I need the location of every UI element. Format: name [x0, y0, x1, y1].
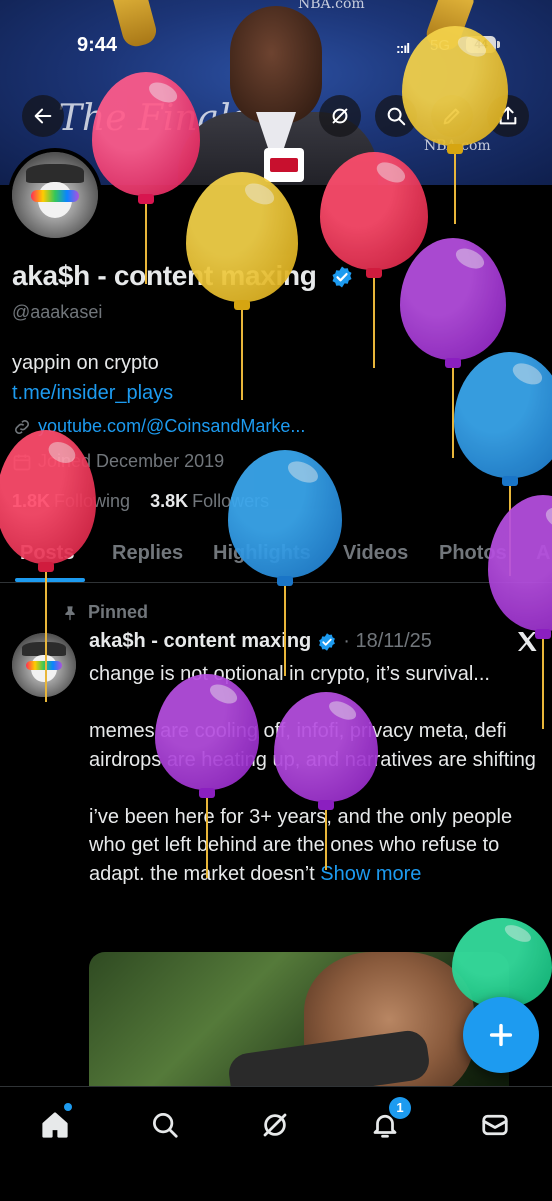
profile-website[interactable]: youtube.com/@CoinsandMarke... [12, 416, 305, 437]
post-header: aka$h - content maxing · 18/11/25 [89, 630, 432, 653]
profile-tabs: Posts Replies Highlights Videos Photos A [0, 530, 552, 583]
home-unread-dot [64, 1103, 72, 1111]
tab-posts[interactable]: Posts [20, 542, 74, 565]
post-paragraph-text: i’ve been here for 3+ years, and the onl… [89, 805, 513, 885]
link-icon [15, 419, 29, 434]
back-button[interactable] [22, 95, 64, 137]
status-bar: 9:44 ::ıl 5G 44 [0, 30, 552, 62]
signal-icon: ::ıl [396, 40, 410, 56]
following-label: Following [54, 491, 131, 511]
following-count: 1.8K [12, 491, 51, 511]
profile-handle: @aaakasei [12, 302, 103, 322]
post-author-name[interactable]: aka$h - content maxing [89, 630, 311, 653]
plus-icon [489, 1023, 513, 1047]
battery-icon: 44 [466, 36, 500, 53]
verified-icon [319, 632, 336, 651]
share-icon [499, 106, 517, 125]
nav-search[interactable] [145, 1105, 185, 1145]
x-logo-icon[interactable] [514, 630, 540, 654]
tab-photos[interactable]: Photos [439, 542, 507, 565]
grok-icon [263, 1113, 287, 1137]
profile-avatar[interactable] [8, 148, 102, 242]
show-more-link[interactable]: Show more [320, 863, 421, 885]
post-paragraph: change is not optional in crypto, it’s s… [89, 663, 490, 685]
tab-articles[interactable]: A [536, 542, 550, 565]
banner-photo-person [178, 0, 378, 185]
website-link[interactable]: youtube.com/@CoinsandMarke... [38, 416, 305, 437]
edit-icon [443, 108, 460, 125]
edit-button[interactable] [431, 95, 473, 137]
pin-icon [65, 605, 75, 620]
bottom-nav: 1 [0, 1086, 552, 1201]
profile-bio: yappin on crypto t.me/insider_plays [12, 348, 173, 408]
back-arrow-icon [34, 108, 52, 124]
share-button[interactable] [487, 95, 529, 137]
bio-link[interactable]: t.me/insider_plays [12, 378, 173, 408]
grok-button[interactable] [319, 95, 361, 137]
joined-text: Joined December 2019 [38, 451, 225, 471]
home-icon [42, 1112, 68, 1138]
banner-logo-text: NBA.com [424, 138, 491, 154]
post-image[interactable] [89, 952, 509, 1092]
tab-videos[interactable]: Videos [343, 542, 408, 565]
verified-icon[interactable] [330, 265, 354, 289]
followers-count: 3.8K [150, 491, 189, 511]
grok-icon [332, 108, 348, 124]
mail-icon [482, 1114, 508, 1136]
tab-replies[interactable]: Replies [112, 542, 183, 565]
post-paragraph-last: i’ve been here for 3+ years, and the onl… [89, 803, 539, 889]
notifications-badge: 1 [389, 1097, 411, 1119]
followers-link[interactable]: 3.8K Followers [150, 491, 269, 512]
nav-grok[interactable] [255, 1105, 295, 1145]
profile-joined: Joined December 2019 [12, 451, 224, 472]
status-time: 9:44 [77, 34, 118, 56]
pinned-text: Pinned [88, 602, 149, 622]
tab-highlights[interactable]: Highlights [213, 542, 311, 565]
active-tab-indicator [15, 578, 85, 582]
profile-name-text: aka$h - content maxing [12, 260, 317, 291]
search-button[interactable] [375, 95, 417, 137]
post-avatar[interactable] [12, 633, 76, 697]
bio-text: yappin on crypto [12, 352, 159, 374]
search-icon [153, 1113, 178, 1138]
followers-label: Followers [192, 491, 270, 511]
compose-button[interactable] [463, 997, 539, 1073]
post-date: · 18/11/25 [343, 630, 432, 652]
pinned-label: Pinned [62, 602, 148, 623]
following-link[interactable]: 1.8K Following [12, 491, 130, 512]
nav-home[interactable] [35, 1105, 75, 1145]
profile-name: aka$h - content maxing [12, 260, 354, 292]
search-icon [387, 107, 406, 126]
post-body[interactable]: change is not optional in crypto, it’s s… [89, 660, 539, 888]
balloon-decoration [400, 238, 506, 460]
post-paragraph: memes are cooling off, infofi, privacy m… [89, 720, 536, 771]
network-type: 5G [430, 37, 451, 54]
nav-messages[interactable] [475, 1105, 515, 1145]
calendar-icon [13, 454, 31, 470]
follow-stats: 1.8K Following 3.8K Followers [12, 491, 269, 512]
